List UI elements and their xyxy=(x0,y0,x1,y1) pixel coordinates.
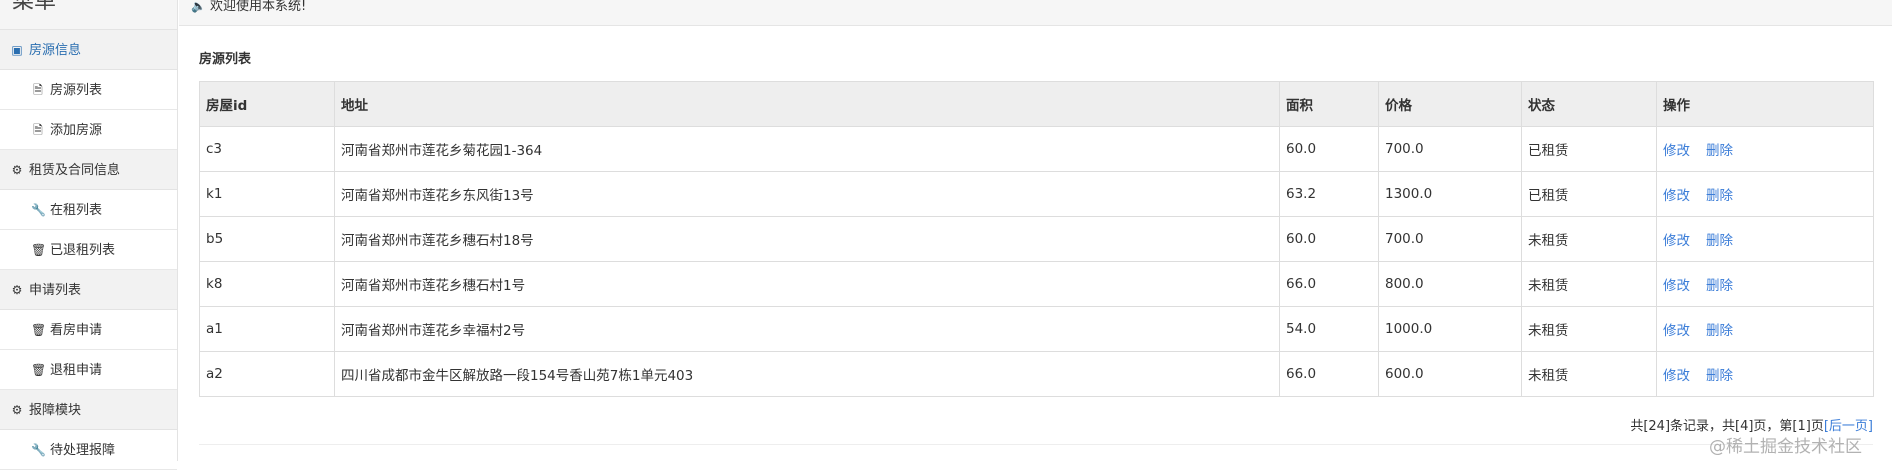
cell-status: 未租赁 xyxy=(1521,261,1657,307)
cell-address: 河南省郑州市莲花乡穗石村18号 xyxy=(334,216,1280,262)
delete-link[interactable]: 删除 xyxy=(1706,143,1733,159)
col-header-status: 状态 xyxy=(1521,81,1657,127)
gear-icon: ⚙ xyxy=(11,403,23,417)
cell-area: 60.0 xyxy=(1279,216,1379,262)
cell-id: k8 xyxy=(199,261,335,307)
col-header-address: 地址 xyxy=(334,81,1280,127)
col-header-area: 面积 xyxy=(1279,81,1379,127)
cell-status: 已租赁 xyxy=(1521,171,1657,217)
cell-address: 河南省郑州市莲花乡菊花园1-364 xyxy=(334,126,1280,172)
cell-area: 66.0 xyxy=(1279,351,1379,397)
sidebar-item-pending-reports[interactable]: 🔧 待处理报障 xyxy=(0,430,177,470)
sidebar-item-renting-list[interactable]: 🔧 在租列表 xyxy=(0,190,177,230)
table-row: a1 河南省郑州市莲花乡幸福村2号 54.0 1000.0 未租赁 修改 删除 xyxy=(199,306,1874,352)
trash-icon: 🗑 xyxy=(31,323,47,337)
col-header-actions: 操作 xyxy=(1656,81,1874,127)
cell-status: 未租赁 xyxy=(1521,306,1657,352)
cell-price: 600.0 xyxy=(1378,351,1522,397)
cell-id: b5 xyxy=(199,216,335,262)
sidebar-item-viewing-requests[interactable]: 🗑 看房申请 xyxy=(0,310,177,350)
cell-status: 已租赁 xyxy=(1521,126,1657,172)
cell-address: 河南省郑州市莲花乡穗石村1号 xyxy=(334,261,1280,307)
cell-actions: 修改 删除 xyxy=(1656,351,1874,397)
cell-actions: 修改 删除 xyxy=(1656,216,1874,262)
edit-square-icon: ▣ xyxy=(11,43,23,57)
cell-price: 700.0 xyxy=(1378,126,1522,172)
house-table: 房屋id 地址 面积 价格 状态 操作 c3 河南省郑州市莲花乡菊花园1-364 6… xyxy=(199,81,1874,397)
table-row: a2 四川省成都市金牛区解放路一段154号香山苑7栋1单元403 66.0 600.0… xyxy=(199,351,1874,397)
delete-link[interactable]: 删除 xyxy=(1706,278,1733,294)
sidebar-group-house-info[interactable]: ▣ 房源信息 xyxy=(0,30,177,70)
sidebar: 菜单 ▣ 房源信息 🗎 房源列表 🗎 添加房源 ⚙ 租赁及合同信息 🔧 在租列表 🗑 已退租… xyxy=(0,0,178,470)
cell-price: 1000.0 xyxy=(1378,306,1522,352)
cell-status: 未租赁 xyxy=(1521,216,1657,262)
wrench-icon: 🔧 xyxy=(31,203,46,217)
edit-link[interactable]: 修改 xyxy=(1663,368,1690,384)
cell-actions: 修改 删除 xyxy=(1656,171,1874,217)
cell-actions: 修改 删除 xyxy=(1656,261,1874,307)
cell-status: 未租赁 xyxy=(1521,351,1657,397)
speaker-icon: 🔈 xyxy=(191,0,206,13)
wrench-icon: 🔧 xyxy=(31,443,46,457)
table-header-row: 房屋id 地址 面积 价格 状态 操作 xyxy=(199,81,1874,127)
cell-area: 63.2 xyxy=(1279,171,1379,217)
cell-id: c3 xyxy=(199,126,335,172)
cell-price: 700.0 xyxy=(1378,216,1522,262)
table-row: k1 河南省郑州市莲花乡东风街13号 63.2 1300.0 已租赁 修改 删除 xyxy=(199,171,1874,217)
sidebar-item-house-list[interactable]: 🗎 房源列表 xyxy=(0,70,177,110)
file-icon: 🗎 xyxy=(33,83,43,97)
watermark: @稀土掘金技术社区 xyxy=(1709,437,1862,457)
delete-link[interactable]: 删除 xyxy=(1706,368,1733,384)
trash-icon: 🗑 xyxy=(31,243,47,257)
sidebar-item-termination-requests[interactable]: 🗑 退租申请 xyxy=(0,350,177,390)
edit-link[interactable]: 修改 xyxy=(1663,278,1690,294)
edit-link[interactable]: 修改 xyxy=(1663,233,1690,249)
cell-price: 1300.0 xyxy=(1378,171,1522,217)
delete-link[interactable]: 删除 xyxy=(1706,188,1733,204)
gear-icon: ⚙ xyxy=(11,283,23,297)
trash-icon: 🗑 xyxy=(31,363,47,377)
edit-link[interactable]: 修改 xyxy=(1663,323,1690,339)
welcome-text: 欢迎使用本系统! xyxy=(209,0,307,14)
cell-id: a1 xyxy=(199,306,335,352)
col-header-price: 价格 xyxy=(1378,81,1522,127)
edit-link[interactable]: 修改 xyxy=(1663,143,1690,159)
top-bar: 🔈 欢迎使用本系统! xyxy=(179,0,1892,26)
cell-area: 66.0 xyxy=(1279,261,1379,307)
delete-link[interactable]: 删除 xyxy=(1706,233,1733,249)
sidebar-group-lease-contract[interactable]: ⚙ 租赁及合同信息 xyxy=(0,150,177,190)
sidebar-title: 菜单 xyxy=(0,0,177,30)
table-row: b5 河南省郑州市莲花乡穗石村18号 60.0 700.0 未租赁 修改 删除 xyxy=(199,216,1874,262)
divider xyxy=(199,444,1873,445)
cell-area: 54.0 xyxy=(1279,306,1379,352)
sidebar-group-fault-reports[interactable]: ⚙ 报障模块 xyxy=(0,390,177,430)
sidebar-item-ended-lease-list[interactable]: 🗑 已退租列表 xyxy=(0,230,177,270)
col-header-id: 房屋id xyxy=(199,81,335,127)
table-row: c3 河南省郑州市莲花乡菊花园1-364 60.0 700.0 已租赁 修改 删除 xyxy=(199,126,1874,172)
file-icon: 🗎 xyxy=(33,123,43,137)
cell-id: k1 xyxy=(199,171,335,217)
cell-address: 河南省郑州市莲花乡幸福村2号 xyxy=(334,306,1280,352)
cell-address: 四川省成都市金牛区解放路一段154号香山苑7栋1单元403 xyxy=(334,351,1280,397)
sidebar-group-applications[interactable]: ⚙ 申请列表 xyxy=(0,270,177,310)
gear-icon: ⚙ xyxy=(11,163,23,177)
cell-area: 60.0 xyxy=(1279,126,1379,172)
edit-link[interactable]: 修改 xyxy=(1663,188,1690,204)
cell-address: 河南省郑州市莲花乡东风街13号 xyxy=(334,171,1280,217)
delete-link[interactable]: 删除 xyxy=(1706,323,1733,339)
sidebar-item-add-house[interactable]: 🗎 添加房源 xyxy=(0,110,177,150)
table-row: k8 河南省郑州市莲花乡穗石村1号 66.0 800.0 未租赁 修改 删除 xyxy=(199,261,1874,307)
cell-actions: 修改 删除 xyxy=(1656,126,1874,172)
cell-actions: 修改 删除 xyxy=(1656,306,1874,352)
cell-id: a2 xyxy=(199,351,335,397)
cell-price: 800.0 xyxy=(1378,261,1522,307)
page-title: 房源列表 xyxy=(199,52,252,67)
